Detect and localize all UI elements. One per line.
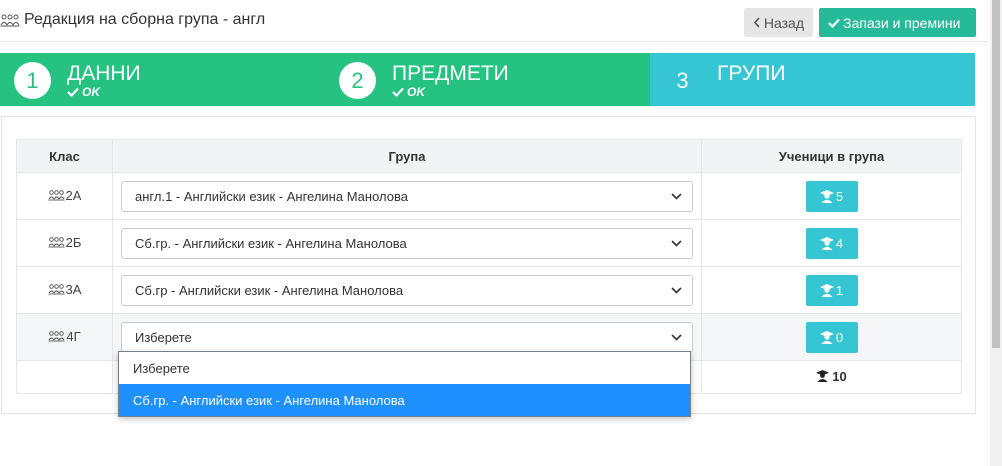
graduate-icon <box>819 236 834 250</box>
students-count: 5 <box>835 188 844 204</box>
chevron-down-icon <box>671 239 682 247</box>
chevron-down-icon <box>671 286 682 294</box>
students-count: 4 <box>835 235 844 251</box>
class-cell: 3А <box>16 266 113 314</box>
check-icon <box>828 18 840 28</box>
group-select-value: Изберете <box>135 329 192 345</box>
back-button-label: Назад <box>763 14 804 31</box>
step-status-text: OK <box>82 85 100 99</box>
graduate-icon <box>816 370 830 383</box>
page-title-text: Редакция на сборна група - англ <box>24 11 266 28</box>
step-label: ГРУПИ <box>717 62 786 85</box>
total-students: 10 <box>832 368 847 384</box>
save-and-continue-button[interactable]: Запази и премини <box>819 8 976 37</box>
wizard-steps: 1 ДАННИ OK 2 ПРЕДМЕТИ OK 3 ГРУПИ <box>0 53 975 106</box>
check-icon <box>67 87 79 97</box>
chevron-left-icon <box>753 17 760 28</box>
class-cell: 2А <box>16 172 113 220</box>
step-number: 2 <box>339 62 376 99</box>
dropdown-option[interactable]: Изберете <box>119 352 690 384</box>
students-count: 0 <box>835 329 844 345</box>
back-button[interactable]: Назад <box>744 8 813 37</box>
graduate-icon <box>819 283 834 297</box>
step-status: OK <box>67 85 100 99</box>
total-empty-cell <box>16 360 113 394</box>
group-icon <box>0 14 20 27</box>
save-button-label: Запази и премини <box>843 14 961 31</box>
page-scrollbar[interactable] <box>990 0 1002 466</box>
count-cell: 0 <box>701 313 962 361</box>
group-cell: англ.1 - Английски език - Ангелина Манол… <box>112 172 702 220</box>
chevron-down-icon <box>671 192 682 200</box>
total-cell: 10 <box>701 360 962 394</box>
group-select[interactable]: англ.1 - Английски език - Ангелина Манол… <box>121 180 693 212</box>
students-count-button[interactable]: 5 <box>805 180 858 212</box>
group-select-value: Сб.гр - Английски език - Ангелина Маноло… <box>135 282 404 298</box>
students-count-button[interactable]: 1 <box>805 274 858 306</box>
table-row: 2Б Сб.гр. - Английски език - Ангелина Ма… <box>16 219 962 267</box>
students-count: 1 <box>835 282 844 298</box>
count-cell: 5 <box>701 172 962 220</box>
wizard-step-data[interactable]: 1 ДАННИ OK <box>0 53 325 106</box>
class-name: 4Г <box>66 328 81 344</box>
class-cell: 2Б <box>16 219 113 267</box>
group-select-open[interactable]: Изберете <box>121 321 693 353</box>
group-dropdown-list: Изберете Сб.гр. - Английски език - Ангел… <box>118 351 691 417</box>
class-name: 2Б <box>65 234 82 250</box>
step-label: ДАННИ <box>67 62 141 85</box>
count-cell: 1 <box>701 266 962 314</box>
graduate-icon <box>819 330 834 344</box>
group-select[interactable]: Сб.гр - Английски език - Ангелина Маноло… <box>121 274 693 306</box>
step-number: 1 <box>14 62 51 99</box>
class-cell: 4Г <box>16 313 113 361</box>
group-select[interactable]: Сб.гр. - Английски език - Ангелина Манол… <box>121 227 693 259</box>
class-icon <box>48 237 65 248</box>
dropdown-option-highlighted[interactable]: Сб.гр. - Английски език - Ангелина Манол… <box>119 384 690 416</box>
page-title: Редакция на сборна група - англ <box>0 11 265 29</box>
students-count-button[interactable]: 0 <box>805 321 858 353</box>
check-icon <box>392 87 404 97</box>
class-icon <box>48 190 65 201</box>
group-select-value: Сб.гр. - Английски език - Ангелина Манол… <box>135 235 407 251</box>
group-cell: Сб.гр - Английски език - Ангелина Маноло… <box>112 266 702 314</box>
step-status: OK <box>392 85 425 99</box>
table-row: 2А англ.1 - Английски език - Ангелина Ма… <box>16 172 962 220</box>
class-name: 3А <box>65 281 82 297</box>
step-label: ПРЕДМЕТИ <box>392 62 509 85</box>
scrollbar-thumb[interactable] <box>992 0 1000 348</box>
chevron-down-icon <box>671 333 682 341</box>
class-name: 2А <box>65 187 82 203</box>
table-row: 3А Сб.гр - Английски език - Ангелина Ман… <box>16 266 962 314</box>
graduate-icon <box>819 189 834 203</box>
column-header-group: Група <box>112 139 702 173</box>
group-select-value: англ.1 - Английски език - Ангелина Манол… <box>135 188 408 204</box>
students-count-button[interactable]: 4 <box>805 227 858 259</box>
group-cell: Сб.гр. - Английски език - Ангелина Манол… <box>112 219 702 267</box>
step-number: 3 <box>676 67 689 93</box>
count-cell: 4 <box>701 219 962 267</box>
column-header-students: Ученици в група <box>701 139 962 173</box>
column-header-class: Клас <box>16 139 113 173</box>
page-header: Редакция на сборна група - англ Назад За… <box>0 0 988 42</box>
class-icon <box>48 284 65 295</box>
step-status-text: OK <box>407 85 425 99</box>
class-icon <box>48 331 65 342</box>
table-header-row: Клас Група Ученици в група <box>16 139 962 173</box>
wizard-step-groups[interactable]: 3 ГРУПИ <box>650 53 975 106</box>
wizard-step-subjects[interactable]: 2 ПРЕДМЕТИ OK <box>325 53 650 106</box>
